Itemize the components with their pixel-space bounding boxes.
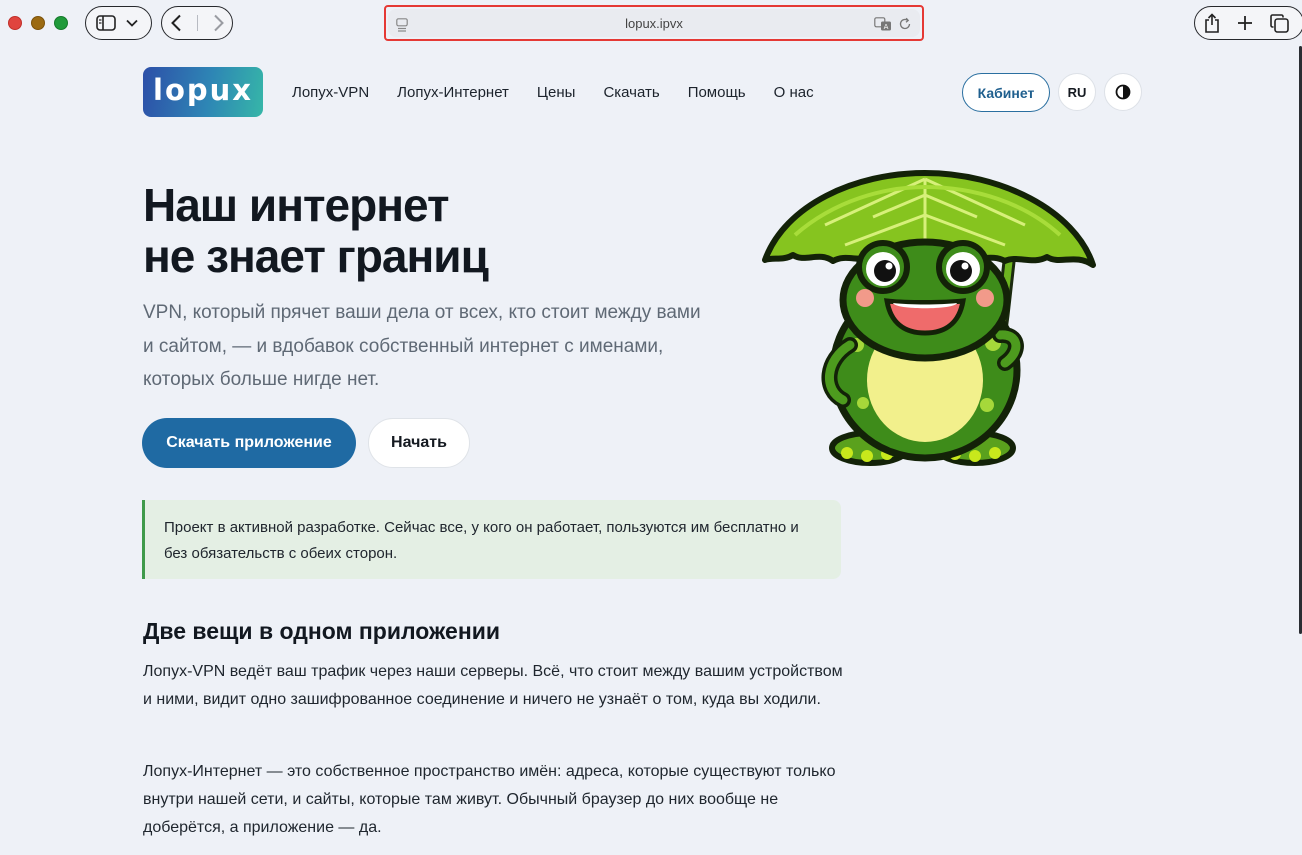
sidebar-icon bbox=[96, 15, 116, 31]
reload-icon[interactable] bbox=[898, 17, 912, 31]
hero-title-line-2: не знает границ bbox=[143, 230, 489, 282]
new-tab-icon[interactable] bbox=[1237, 15, 1253, 31]
nav-item-help[interactable]: Помощь bbox=[688, 84, 746, 101]
download-app-button[interactable]: Скачать приложение bbox=[142, 418, 356, 468]
maximize-window-button[interactable] bbox=[54, 16, 68, 30]
contrast-icon bbox=[1115, 84, 1131, 100]
main-nav: Лопух-VPN Лопух-Интернет Цены Скачать По… bbox=[292, 84, 814, 101]
browser-toolbar: lopux.ipvx A bbox=[0, 0, 1302, 46]
nav-item-lopux-internet[interactable]: Лопух-Интернет bbox=[397, 84, 509, 101]
address-bar[interactable]: lopux.ipvx A bbox=[384, 5, 924, 41]
close-window-button[interactable] bbox=[8, 16, 22, 30]
hero-title: Наш интернет не знает границ bbox=[143, 179, 489, 282]
vpn-description: Лопух-VPN ведёт ваш трафик через наши се… bbox=[143, 663, 843, 708]
toolbar-actions bbox=[1194, 6, 1302, 40]
hero-title-line-1: Наш интернет bbox=[143, 179, 449, 231]
minimize-window-button[interactable] bbox=[31, 16, 45, 30]
tab-overview-icon[interactable] bbox=[1269, 13, 1289, 33]
nav-item-download[interactable]: Скачать bbox=[603, 84, 659, 101]
logo-text: lopux bbox=[153, 73, 253, 107]
internet-description: Лопух-Интернет — это собственное простра… bbox=[143, 763, 836, 836]
back-arrow-icon[interactable] bbox=[170, 14, 182, 32]
site-logo[interactable]: lopux bbox=[143, 67, 263, 117]
page-menu-icon[interactable] bbox=[396, 18, 408, 32]
divider bbox=[196, 15, 198, 31]
cabinet-button[interactable]: Кабинет bbox=[962, 73, 1050, 112]
start-button[interactable]: Начать bbox=[368, 418, 470, 468]
language-button[interactable]: RU bbox=[1058, 73, 1096, 111]
sidebar-toggle-button[interactable] bbox=[85, 6, 152, 40]
nav-item-prices[interactable]: Цены bbox=[537, 84, 576, 101]
theme-toggle-button[interactable] bbox=[1104, 73, 1142, 111]
share-icon[interactable] bbox=[1204, 13, 1220, 33]
section-title: Две вещи в одном приложении bbox=[143, 618, 500, 644]
svg-text:A: A bbox=[884, 23, 889, 31]
hero-subtitle: VPN, который прячет ваши дела от всех, к… bbox=[143, 302, 701, 390]
url-text: lopux.ipvx bbox=[625, 15, 683, 31]
nav-item-about[interactable]: О нас bbox=[774, 84, 814, 101]
chevron-down-icon bbox=[126, 19, 138, 27]
frog-mascot-icon bbox=[762, 170, 1096, 466]
forward-arrow-icon[interactable] bbox=[213, 14, 225, 32]
development-notice: Проект в активной разработке. Сейчас все… bbox=[142, 500, 841, 579]
translate-icon[interactable]: A bbox=[874, 17, 892, 31]
nav-item-lopux-vpn[interactable]: Лопух-VPN bbox=[292, 84, 369, 101]
history-nav bbox=[161, 6, 233, 40]
